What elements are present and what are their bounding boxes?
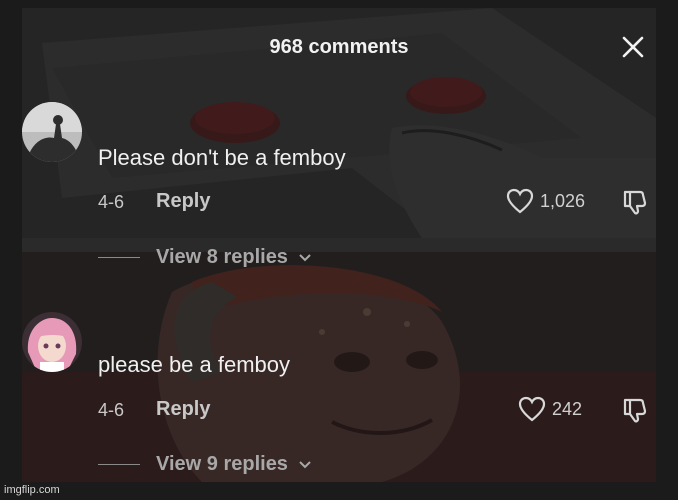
view-replies-button[interactable]: View 8 replies [98,246,312,269]
reply-button[interactable]: Reply [156,398,210,421]
comment-text: please be a femboy [98,352,291,377]
like-count: 1,026 [540,190,586,211]
close-icon [622,36,644,58]
like-button[interactable]: 1,026 [506,188,585,214]
reply-button[interactable]: Reply [156,190,210,213]
chevron-down-icon [299,460,311,468]
thumbs-down-icon [623,398,647,423]
comment-date: 4-6 [98,400,125,420]
view-replies-button[interactable]: View 9 replies [98,453,312,476]
view-replies-label: View 9 replies [156,453,288,475]
avatar-silhouette-icon [22,102,82,162]
dislike-button[interactable] [622,396,650,429]
watermark: imgflip.com [4,484,60,496]
comment-meta-row: 4-6 Reply 1,026 [98,188,658,220]
heart-outline-icon [506,188,534,214]
heart-outline-icon [518,396,546,422]
avatar[interactable] [22,312,82,372]
divider-line [98,257,140,258]
comment-meta-row: 4-6 Reply 242 [98,396,658,428]
comments-count-title: 968 comments [269,36,409,58]
like-count: 242 [552,398,583,419]
avatar-anime-character-icon [22,312,82,372]
chevron-down-icon [299,253,311,261]
like-button[interactable]: 242 [518,396,582,422]
dislike-button[interactable] [622,188,650,221]
close-button[interactable] [618,32,648,62]
view-replies-label: View 8 replies [156,246,288,268]
comment-text: Please don't be a femboy [98,145,346,170]
divider-line [98,464,140,465]
avatar[interactable] [22,102,82,162]
comment-date: 4-6 [98,192,125,212]
thumbs-down-icon [623,190,647,215]
